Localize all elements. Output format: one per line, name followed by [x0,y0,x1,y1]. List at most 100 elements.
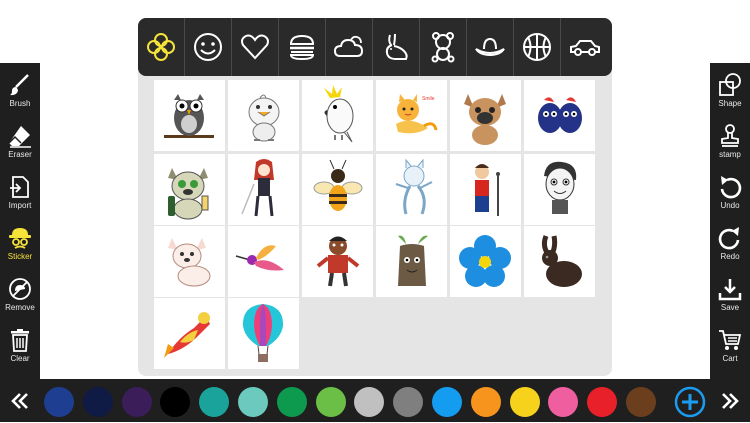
sticker-owl[interactable] [154,80,225,151]
burger-icon [289,34,315,61]
category-weather[interactable] [326,18,373,76]
sticker-hummingbird[interactable] [228,226,299,297]
sticker-flying-hero[interactable] [154,298,225,369]
import-icon [10,176,29,198]
import-tool[interactable]: Import [0,171,40,221]
sticker-tree-stump[interactable] [376,226,447,297]
save-icon [718,279,742,301]
flower-icon [147,33,175,61]
french-bulldog-sticker [464,94,506,145]
sticker-bulldog-champagne[interactable] [154,154,225,225]
category-heart[interactable] [232,18,279,76]
sticker-puppy[interactable] [154,226,225,297]
bulldog-champagne-sticker [168,168,209,220]
sticker-bee[interactable] [302,154,373,225]
palette-prev-button[interactable] [0,379,40,422]
cart-tool[interactable]: Cart [710,324,750,374]
color-swatch[interactable] [354,387,385,417]
color-palette-bar [0,379,750,422]
eraser-label: Eraser [8,150,32,159]
redo-icon [718,227,740,250]
hummingbird-sticker [235,245,290,274]
category-animals[interactable] [373,18,420,76]
sticker-rock-singer[interactable] [450,154,521,225]
sticker-tool[interactable]: Sticker [0,222,40,272]
cartoon-man-sticker [316,236,360,287]
dancing-cat-sticker [395,158,433,215]
color-swatch[interactable] [238,387,268,417]
category-toys[interactable] [420,18,467,76]
color-swatch[interactable] [44,387,74,417]
sticker-french-bulldog[interactable] [450,80,521,151]
eraser-icon [8,126,31,148]
cockatoo-sticker [324,85,354,143]
category-sports[interactable] [514,18,561,76]
undo-label: Undo [720,201,740,210]
color-swatch[interactable] [121,387,152,417]
save-tool[interactable]: Save [710,273,750,323]
eraser-tool[interactable]: Eraser [0,120,40,170]
clear-label: Clear [10,354,30,363]
sticker-baby-bird[interactable] [228,80,299,151]
brush-tool[interactable]: Brush [0,69,40,119]
cart-icon [719,330,742,350]
sticker-hot-air-balloon[interactable] [228,298,299,369]
color-swatch[interactable] [470,387,501,417]
sticker-blueberries[interactable] [524,80,595,151]
stamp-label: stamp [719,150,741,159]
category-vehicles[interactable] [561,18,608,76]
sticker-icon [9,228,31,249]
clear-tool[interactable]: Clear [0,324,40,374]
cartoon-boy-sticker [544,161,577,214]
tree-stump-sticker [398,235,428,286]
trash-icon [11,329,29,352]
cart-label: Cart [722,354,738,363]
shape-tool[interactable]: Shape [710,69,750,119]
stamp-tool[interactable]: stamp [710,120,750,170]
category-food[interactable] [279,18,326,76]
basketball-icon [523,33,551,61]
import-label: Import [8,201,32,210]
car-icon [569,40,600,56]
sticker-cat-smile[interactable]: Smile [376,80,447,151]
flying-hero-sticker [164,312,210,358]
palette-next-button[interactable] [710,379,750,422]
blue-flower-sticker [459,235,511,287]
redo-tool[interactable]: Redo [710,222,750,272]
color-swatch[interactable] [432,387,462,417]
black-rabbit-sticker [541,235,582,287]
sticker-blue-flower[interactable] [450,226,521,297]
add-color-button[interactable] [674,386,706,418]
undo-tool[interactable]: Undo [710,171,750,221]
category-hats[interactable] [467,18,514,76]
sticker-dancing-cat[interactable] [376,154,447,225]
sticker-cartoon-man[interactable] [302,226,373,297]
undo-icon [720,176,742,199]
color-swatch[interactable] [393,387,424,417]
color-swatch[interactable] [626,387,656,417]
shape-label: Shape [718,99,742,108]
heart-icon [241,34,269,60]
double-chevron-right-icon [722,392,739,409]
color-swatch[interactable] [276,387,307,417]
sticker-cockatoo[interactable] [302,80,373,151]
shape-icon [719,73,741,96]
color-swatch[interactable] [315,387,346,417]
cat-smile-sticker: Smile [396,94,438,134]
stamp-icon [721,124,739,147]
right-toolbar: Shape stamp Undo Redo Save Cart [710,63,750,379]
cat-smile-text: Smile [422,96,435,102]
color-swatch[interactable] [82,387,113,417]
color-swatch[interactable] [548,387,579,417]
redo-label: Redo [720,252,740,261]
color-swatch[interactable] [509,387,540,417]
category-flower[interactable] [138,18,185,76]
sticker-cartoon-boy[interactable] [524,154,595,225]
color-swatch[interactable] [160,387,191,417]
color-swatch[interactable] [199,387,230,417]
category-smiley[interactable] [185,18,232,76]
color-swatch[interactable] [587,387,618,417]
sticker-anime-girl[interactable] [228,154,299,225]
sticker-black-rabbit[interactable] [524,226,595,297]
remove-tool[interactable]: Remove [0,273,40,323]
